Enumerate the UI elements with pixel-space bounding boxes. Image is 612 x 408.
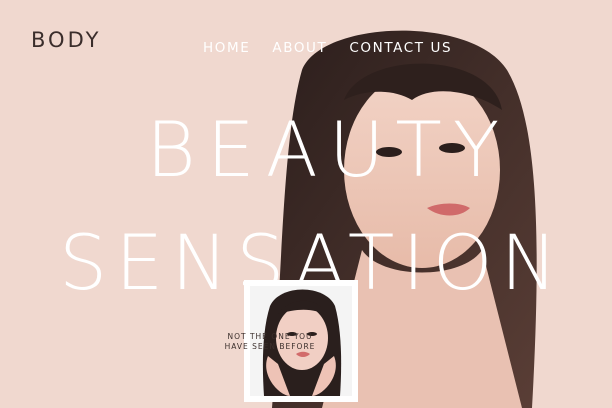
brand-logo[interactable]: BODY <box>31 28 101 52</box>
hero-tagline: NOT THE ONE YOU HAVE SEEN BEFORE <box>224 332 316 351</box>
main-nav: HOME ABOUT CONTACT US <box>203 40 452 56</box>
nav-home[interactable]: HOME <box>203 40 250 56</box>
landing-page: BODY HOME ABOUT CONTACT US BEAUTY SENSAT… <box>0 0 612 408</box>
nav-contact-us[interactable]: CONTACT US <box>349 40 452 56</box>
hero-headline-line1: BEAUTY <box>146 105 511 194</box>
nav-about[interactable]: ABOUT <box>272 40 327 56</box>
